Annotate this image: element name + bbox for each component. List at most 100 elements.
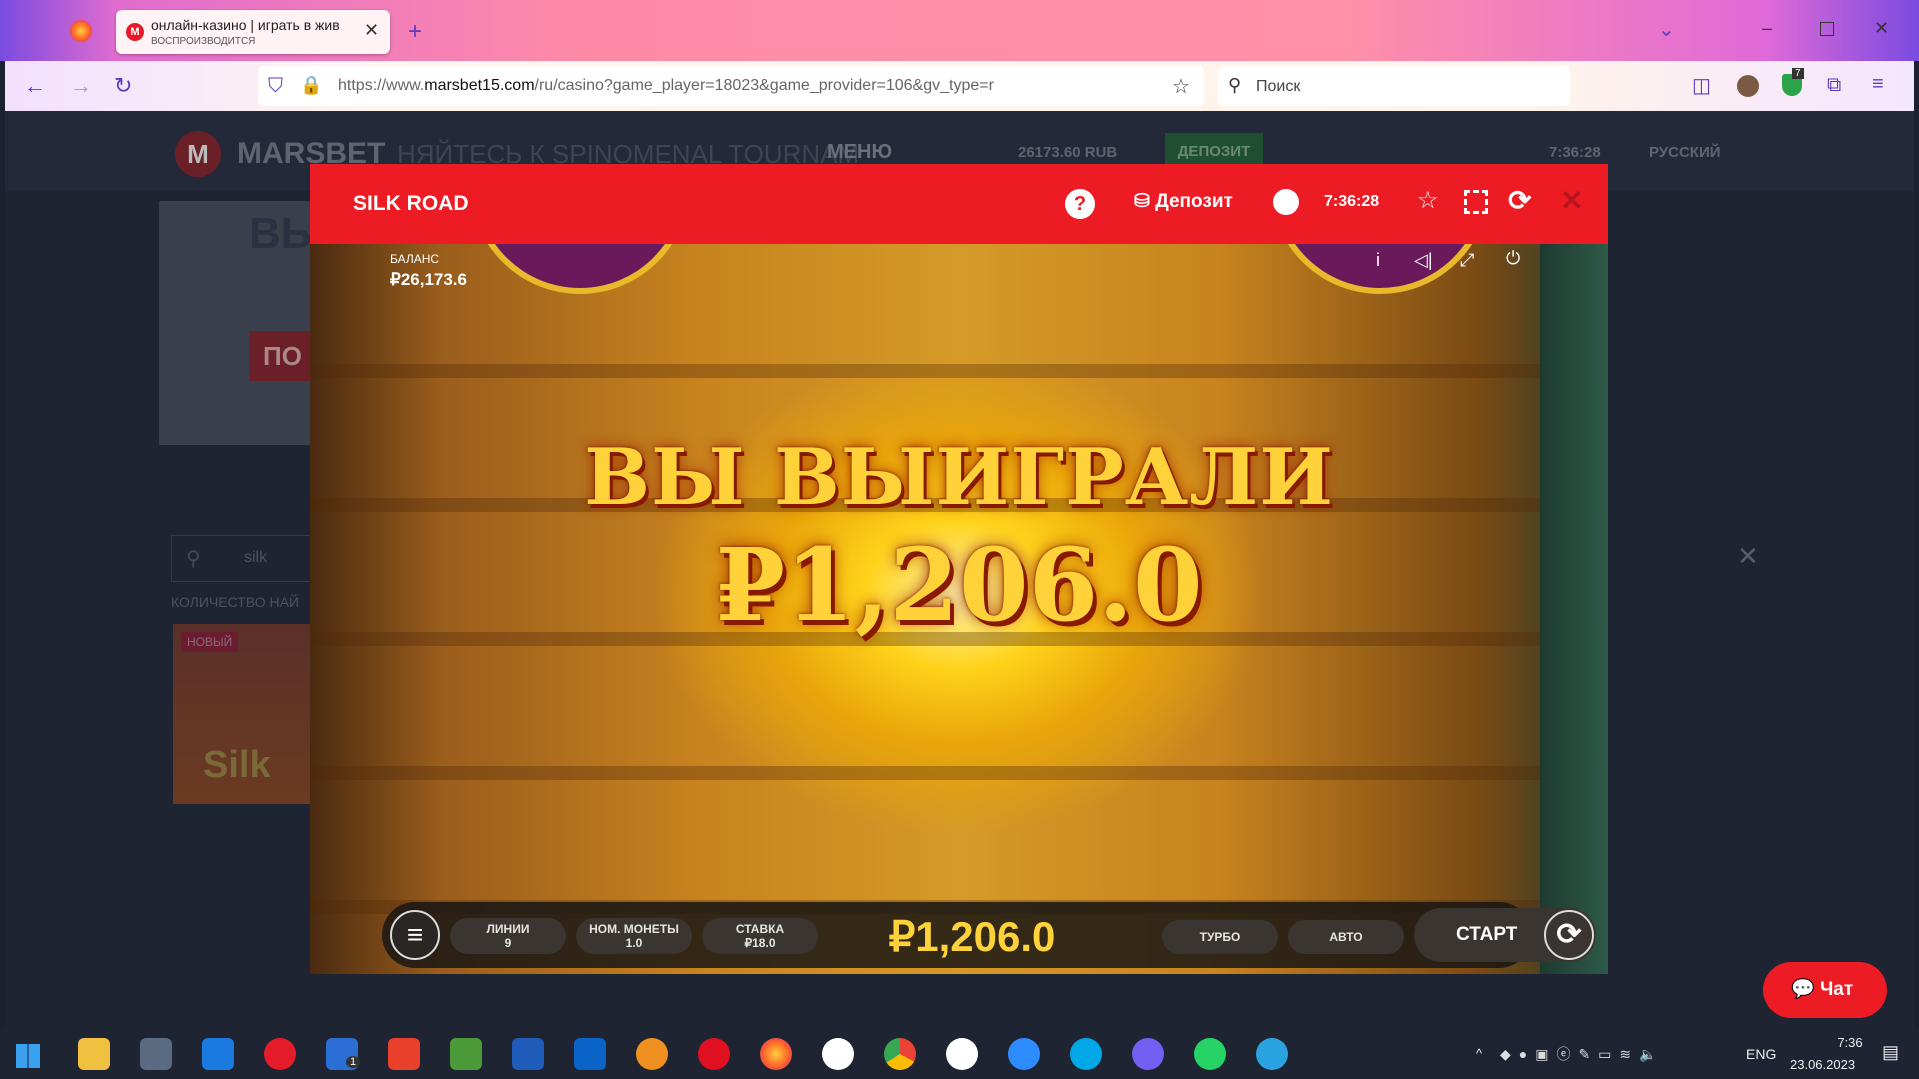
game-canvas[interactable]: БАЛАНС ₽26,173.6 i ◁| ⤢ ⏻ ВЫ ВЫИГРАЛИ ₽1… — [310, 244, 1608, 974]
fullscreen-icon[interactable] — [1464, 190, 1488, 214]
deposit-button[interactable]: ⛁ Депозит — [1134, 190, 1233, 213]
todo-badge: 1 — [346, 1056, 361, 1068]
site-language[interactable]: РУССКИЙ — [1649, 144, 1721, 161]
coin-value-selector[interactable]: НОМ. МОНЕТЫ 1.0 — [576, 918, 692, 954]
outlook-icon[interactable] — [574, 1038, 606, 1070]
language-indicator[interactable]: ENG — [1746, 1046, 1776, 1062]
chat-button[interactable]: 💬 Чат — [1763, 962, 1887, 1018]
url-domain: marsbet15.com — [424, 77, 535, 94]
tab-title: онлайн-казино | играть в жив — [151, 17, 340, 33]
browser-tab[interactable]: M онлайн-казино | играть в жив ВОСПРОИЗВ… — [116, 10, 390, 54]
clock-date[interactable]: 23.06.2023 — [1790, 1057, 1855, 1072]
tray-chevron-icon[interactable]: ^ — [1476, 1046, 1482, 1061]
todo-icon[interactable]: 1 — [326, 1038, 361, 1070]
bet-label: СТАВКА — [735, 922, 785, 936]
win-title: ВЫ ВЫИГРАЛИ — [584, 432, 1334, 523]
menu-button[interactable]: ≡ — [390, 910, 440, 960]
auto-label: АВТО — [1329, 930, 1363, 944]
lines-value: 9 — [504, 936, 512, 950]
calculator-icon[interactable] — [140, 1038, 172, 1070]
promo-banner[interactable]: ВЫ ПО — [159, 201, 329, 445]
pocket-icon[interactable]: ◫ — [1692, 76, 1711, 96]
favorite-star-icon[interactable]: ☆ — [1417, 186, 1439, 215]
lines-selector[interactable]: ЛИНИИ 9 — [450, 918, 566, 954]
deposit-label: Депозит — [1155, 191, 1233, 212]
firefox-taskbar-icon[interactable] — [760, 1038, 792, 1070]
close-game-icon[interactable]: ✕ — [1560, 184, 1583, 217]
opera-icon[interactable] — [698, 1038, 730, 1070]
extensions-icon[interactable]: ⧉ — [1827, 75, 1841, 95]
search-icon: ⚲ — [186, 548, 201, 570]
search-value: silk — [244, 549, 268, 566]
url-path: /ru/casino?game_player=18023&game_provid… — [534, 77, 994, 94]
yahoo-icon[interactable] — [946, 1038, 978, 1070]
firefox-icon[interactable] — [70, 20, 92, 42]
extension-shield-icon[interactable]: 7 — [1782, 68, 1804, 96]
clear-search-icon[interactable]: ✕ — [1737, 541, 1759, 572]
chrome-icon[interactable] — [884, 1038, 916, 1070]
menu-icon[interactable]: ≡ — [1872, 74, 1884, 94]
coin-label: НОМ. МОНЕТЫ — [589, 922, 679, 936]
forward-icon[interactable]: → — [70, 75, 92, 97]
profile-avatar[interactable] — [1737, 75, 1759, 97]
anydesk-icon[interactable] — [388, 1038, 420, 1070]
notepad-icon[interactable] — [450, 1038, 482, 1070]
chat-bubble-icon: 💬 — [1791, 979, 1820, 1000]
badge-new: НОВЫЙ — [181, 632, 239, 652]
results-count-label: КОЛИЧЕСТВО НАЙ — [171, 594, 300, 610]
reload-icon[interactable]: ↻ — [114, 75, 132, 97]
url-bar[interactable]: ⛉ 🔒 https://www.marsbet15.com/ru/casino?… — [258, 66, 1204, 106]
coins-icon: ⛁ — [1134, 191, 1156, 212]
game-modal-header: SILK ROAD ? ⛁ Депозит 7:36:28 ☆ ⟳ ✕ — [310, 164, 1608, 244]
skype-icon[interactable] — [1070, 1038, 1102, 1070]
url-prefix: https://www. — [338, 77, 425, 94]
site-menu[interactable]: МЕНЮ — [827, 141, 892, 164]
info-icon[interactable]: i — [1376, 250, 1380, 271]
site-balance[interactable]: 26173.60 RUB — [1018, 144, 1117, 161]
game-fullscreen-icon[interactable]: ⤢ — [1460, 250, 1474, 271]
game-time: 7:36:28 — [1324, 193, 1380, 210]
word-icon[interactable] — [512, 1038, 544, 1070]
shield-icon: ⛉ — [268, 75, 283, 97]
maximize-icon[interactable] — [1820, 22, 1834, 36]
lines-label: ЛИНИИ — [486, 922, 530, 936]
game-title: SILK ROAD — [353, 192, 469, 215]
start-icon[interactable] — [16, 1044, 40, 1068]
clock-time[interactable]: 7:36 — [1810, 1035, 1890, 1050]
yandex-icon[interactable] — [822, 1038, 854, 1070]
balance-label: БАЛАНС — [390, 252, 440, 266]
minimize-icon[interactable]: – — [1762, 18, 1772, 39]
file-explorer-icon[interactable] — [78, 1038, 110, 1070]
search-input[interactable]: ⚲ Поиск — [1218, 66, 1570, 106]
close-tab-icon[interactable]: ✕ — [364, 20, 379, 41]
site-time: 7:36:28 — [1549, 144, 1601, 161]
store-icon[interactable] — [202, 1038, 234, 1070]
viber-icon[interactable] — [1132, 1038, 1164, 1070]
telegram-icon[interactable] — [1256, 1038, 1288, 1070]
bet-selector[interactable]: СТАВКА ₽18.0 — [702, 918, 818, 954]
start-button[interactable]: СТАРТ ⟳ — [1414, 908, 1596, 962]
game-thumbnail[interactable]: НОВЫЙ Silk — [173, 624, 323, 804]
bookmark-star-icon[interactable]: ☆ — [1172, 74, 1190, 99]
refresh-icon[interactable]: ⟳ — [1508, 184, 1531, 217]
sound-icon[interactable]: ◁| — [1414, 250, 1433, 271]
ok-icon[interactable] — [636, 1038, 668, 1070]
back-icon[interactable]: ← — [24, 75, 46, 97]
app-icon[interactable] — [264, 1038, 296, 1070]
game-search-input[interactable]: ⚲ silk — [171, 535, 321, 582]
site-logo-icon[interactable]: M — [175, 131, 221, 177]
auto-toggle[interactable]: АВТО — [1288, 920, 1404, 954]
power-icon[interactable]: ⏻ — [1506, 248, 1520, 269]
whatsapp-icon[interactable] — [1194, 1038, 1226, 1070]
turbo-toggle[interactable]: ТУРБО — [1162, 920, 1278, 954]
help-icon[interactable]: ? — [1065, 189, 1095, 219]
tray-icons[interactable]: ◆●▣ⓔ✎▭≋🔈 — [1500, 1044, 1665, 1064]
thumb-title: Silk — [203, 744, 271, 786]
new-tab-icon[interactable]: + — [408, 20, 422, 44]
notifications-icon[interactable]: ▤ — [1882, 1042, 1899, 1063]
zoom-icon[interactable] — [1008, 1038, 1040, 1070]
close-window-icon[interactable]: ✕ — [1874, 18, 1889, 39]
favicon-icon: M — [126, 23, 144, 41]
list-tabs-icon[interactable]: ⌄ — [1658, 20, 1675, 40]
lock-icon: 🔒 — [300, 75, 323, 95]
